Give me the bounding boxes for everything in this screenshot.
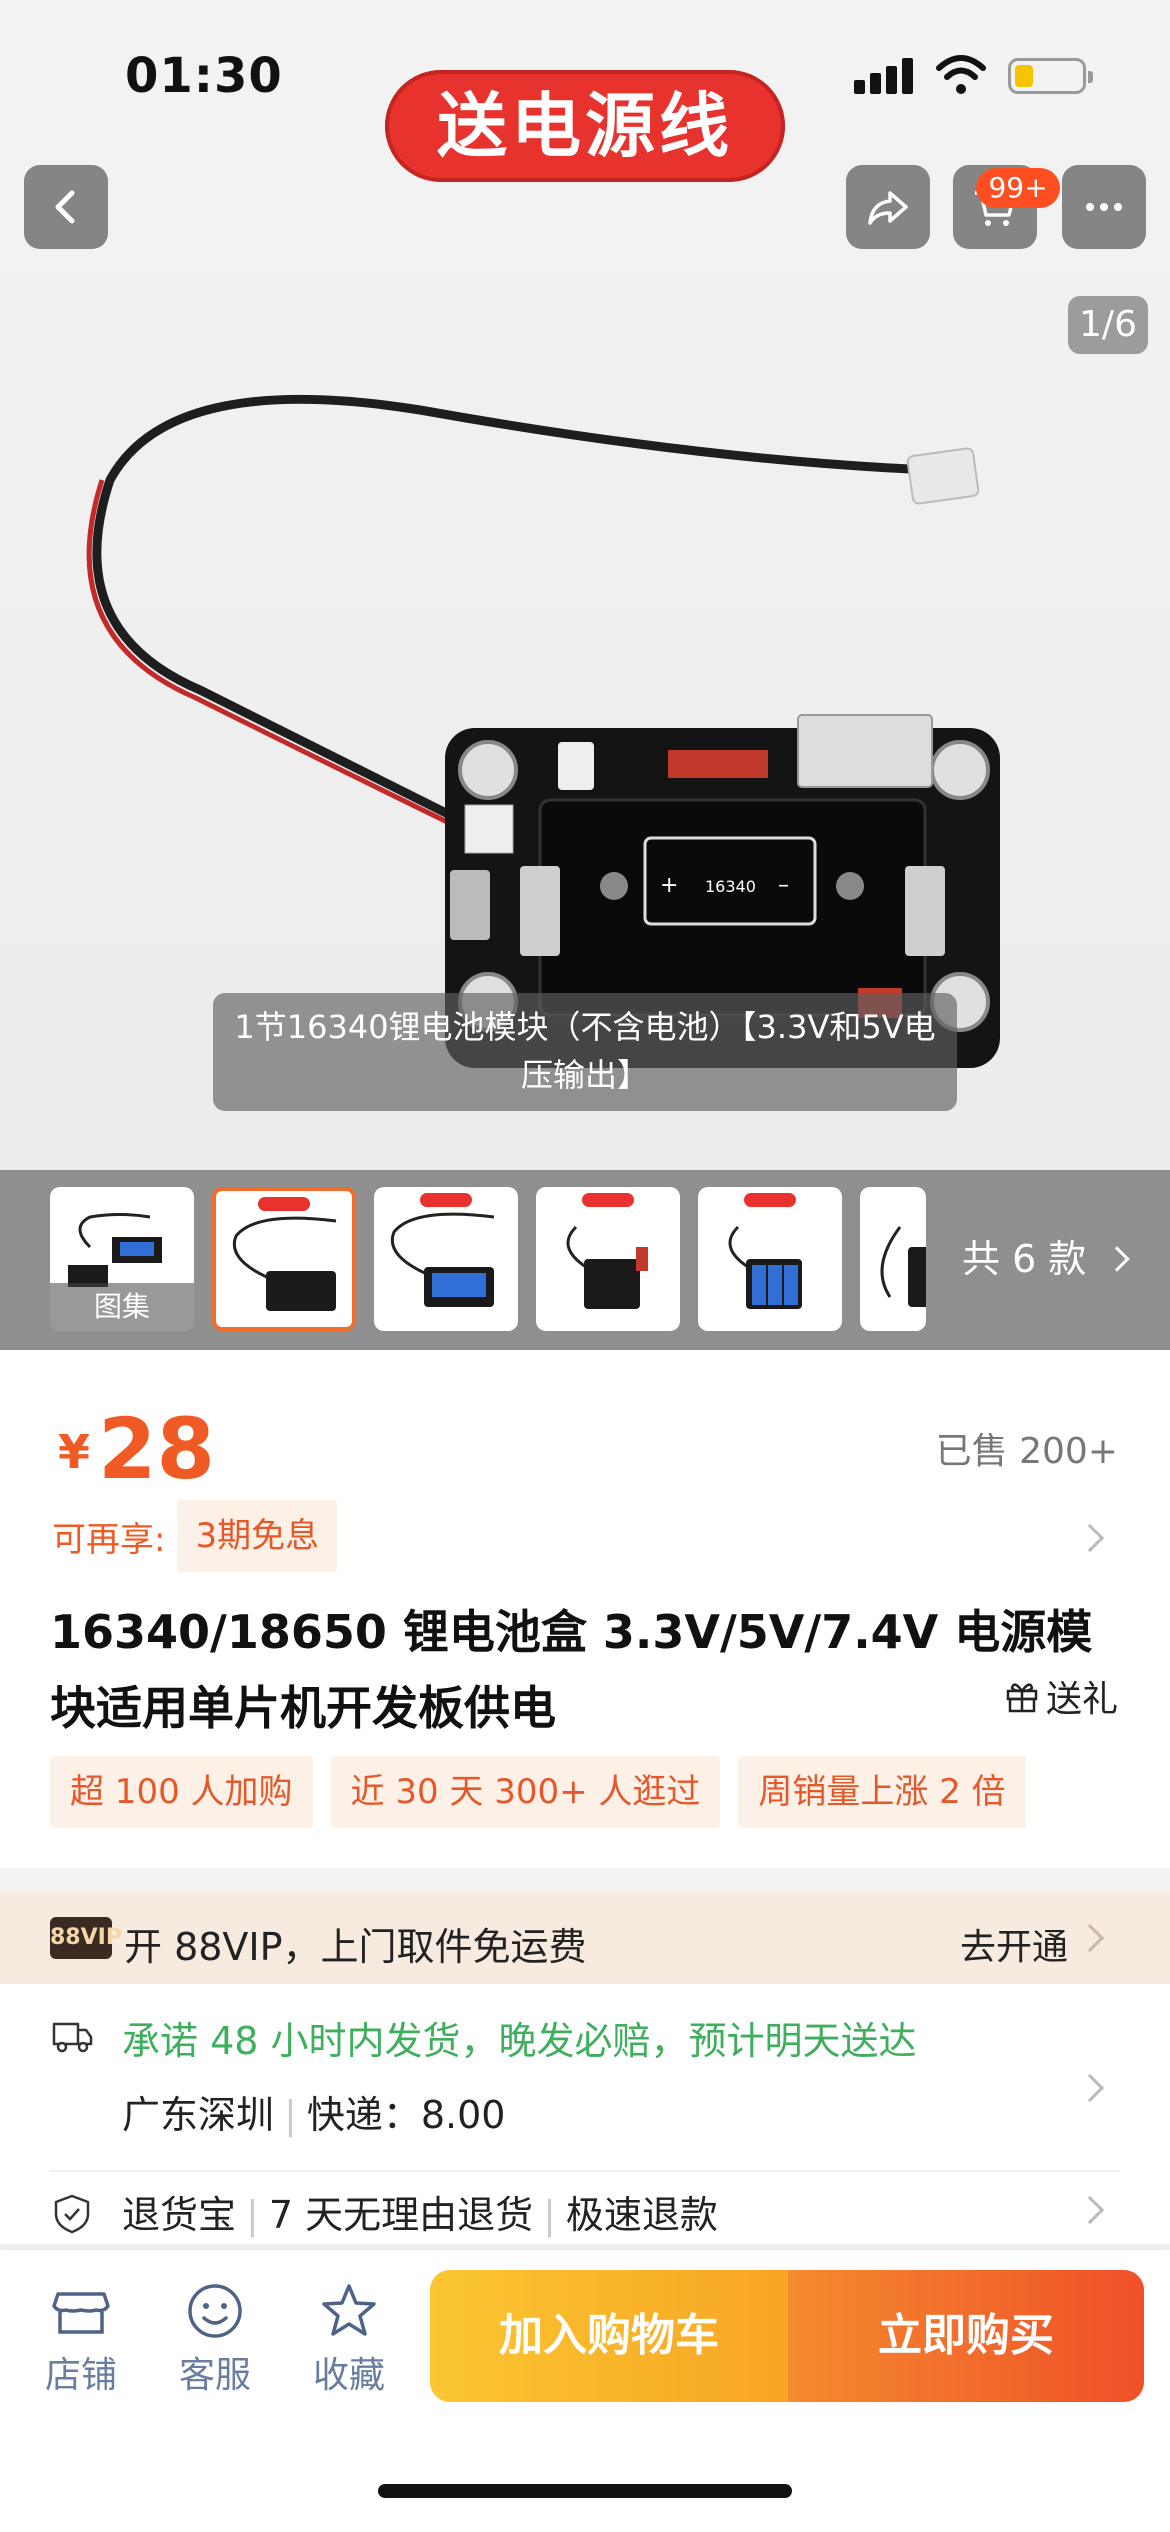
svg-text:–: – — [778, 873, 789, 898]
shipping-origin-row: 广东深圳 | 快递：8.00 — [122, 2093, 506, 2137]
chevron-right-icon — [1104, 1246, 1131, 1272]
divider — [50, 2170, 1120, 2172]
service-item: 退货宝 — [122, 2193, 237, 2237]
favorite-label: 收藏 — [312, 2355, 385, 2396]
shield-icon — [54, 2194, 90, 2234]
customer-service-button[interactable]: 客服 — [170, 2280, 260, 2398]
thumbnail-style-1[interactable] — [212, 1187, 356, 1331]
price-value: 28 — [98, 1400, 215, 1498]
more-button[interactable] — [1062, 165, 1146, 249]
sold-count: 已售 200+ — [935, 1431, 1118, 1472]
gift-icon — [1006, 1683, 1038, 1713]
vip-banner[interactable]: 88VIP 开 88VIP，上门取件免运费 去开通 — [0, 1892, 1170, 1984]
thumbnail-image — [880, 1226, 926, 1307]
vip-badge: 88VIP — [50, 1917, 122, 1959]
shop-button[interactable]: 店铺 — [36, 2280, 126, 2398]
product-tags: 超 100 人加购 近 30 天 300+ 人逛过 周销量上涨 2 倍 — [50, 1756, 1044, 1828]
brand-logo: 送电源线 — [385, 70, 785, 182]
thumbnail-gallery[interactable]: 图集 — [50, 1187, 194, 1331]
product-image-gallery[interactable]: 01:30 送电源线 99+ 1/6 + 16340 – 1节16340锂电池模… — [0, 0, 1170, 1170]
service-guarantees[interactable]: 退货宝 | 7 天无理由退货 | 极速退款 — [122, 2184, 718, 2239]
gallery-label: 图集 — [50, 1283, 194, 1331]
share-icon — [868, 191, 908, 225]
product-tag: 周销量上涨 2 倍 — [738, 1756, 1026, 1828]
gift-button[interactable]: 送礼 — [1004, 1670, 1118, 1722]
currency-symbol: ¥ — [58, 1425, 91, 1479]
star-icon — [322, 2284, 376, 2336]
thumbnail-image — [566, 1225, 648, 1309]
add-to-cart-button[interactable]: 加入购物车 — [430, 2270, 788, 2402]
service-label: 客服 — [178, 2355, 251, 2396]
total-styles-label: 共 6 款 — [962, 1237, 1087, 1281]
wifi-icon — [936, 55, 986, 94]
cart-count-badge: 99+ — [976, 168, 1060, 208]
thumbnail-image — [728, 1225, 802, 1309]
chevron-right-icon — [1075, 1923, 1105, 1953]
service-item: 7 天无理由退货 — [268, 2193, 534, 2237]
thumbnail-image — [391, 1212, 495, 1307]
thumbnail-style-3[interactable] — [536, 1187, 680, 1331]
favorite-button[interactable]: 收藏 — [304, 2280, 394, 2398]
product-tag: 近 30 天 300+ 人逛过 — [330, 1756, 721, 1828]
share-button[interactable] — [846, 165, 930, 249]
price: ¥28 — [58, 1400, 215, 1498]
thumbnail-image — [233, 1216, 337, 1311]
back-button[interactable] — [24, 165, 108, 249]
installment-row[interactable]: 可再享: 3期免息 — [52, 1500, 338, 1572]
vip-activate-link[interactable]: 去开通 — [960, 1918, 1068, 1970]
shipping-section: 承诺 48 小时内发货，晚发必赔，预计明天送达 广东深圳 | 快递：8.00 退货宝… — [0, 1984, 1170, 2244]
product-photo: + 16340 – — [86, 394, 1000, 1068]
battery-icon — [1008, 58, 1093, 94]
product-tag: 超 100 人加购 — [50, 1756, 313, 1828]
product-info-card: ¥28 已售 200+ 可再享: 3期免息 16340/18650 锂电池盒 3… — [0, 1350, 1170, 1868]
thumbnail-style-5[interactable] — [860, 1187, 926, 1331]
chevron-left-icon — [55, 190, 75, 224]
gift-label: 送礼 — [1045, 1679, 1118, 1720]
image-caption: 1节16340锂电池模块（不含电池）【3.3V和5V电压输出】 — [213, 993, 957, 1111]
thumbnail-style-4[interactable] — [698, 1187, 842, 1331]
total-styles-link[interactable]: 共 6 款 — [962, 1228, 1131, 1283]
more-icon — [1086, 203, 1122, 211]
battery-size-label: 16340 — [705, 877, 756, 896]
buy-now-button[interactable]: 立即购买 — [788, 2270, 1144, 2402]
chevron-right-icon[interactable] — [1075, 2073, 1105, 2103]
smiley-icon — [188, 2284, 242, 2338]
shipping-origin: 广东深圳 — [122, 2093, 275, 2137]
service-item: 极速退款 — [565, 2193, 718, 2237]
chevron-right-icon — [1075, 1523, 1105, 1553]
shop-icon — [52, 2292, 110, 2334]
style-thumbnail-strip: 图集 共 6 款 — [0, 1170, 1170, 1350]
status-time: 01:30 — [125, 48, 283, 104]
express-fee: 快递：8.00 — [306, 2093, 506, 2137]
cellular-signal-icon — [854, 58, 916, 94]
chevron-right-icon — [1075, 2195, 1105, 2225]
product-title: 16340/18650 锂电池盒 3.3V/5V/7.4V 电源模块适用单片机开… — [50, 1605, 1093, 1735]
shop-label: 店铺 — [44, 2355, 117, 2396]
home-indicator — [378, 2484, 792, 2498]
delivery-promise: 承诺 48 小时内发货，晚发必赔，预计明天送达 — [122, 2019, 917, 2063]
enjoy-label: 可再享: — [52, 1519, 166, 1560]
svg-text:+: + — [660, 873, 678, 898]
thumbnail-style-2[interactable] — [374, 1187, 518, 1331]
installment-tag: 3期免息 — [177, 1500, 338, 1572]
delivery-truck-icon — [52, 2022, 93, 2053]
vip-text: 开 88VIP，上门取件免运费 — [124, 1925, 587, 1969]
